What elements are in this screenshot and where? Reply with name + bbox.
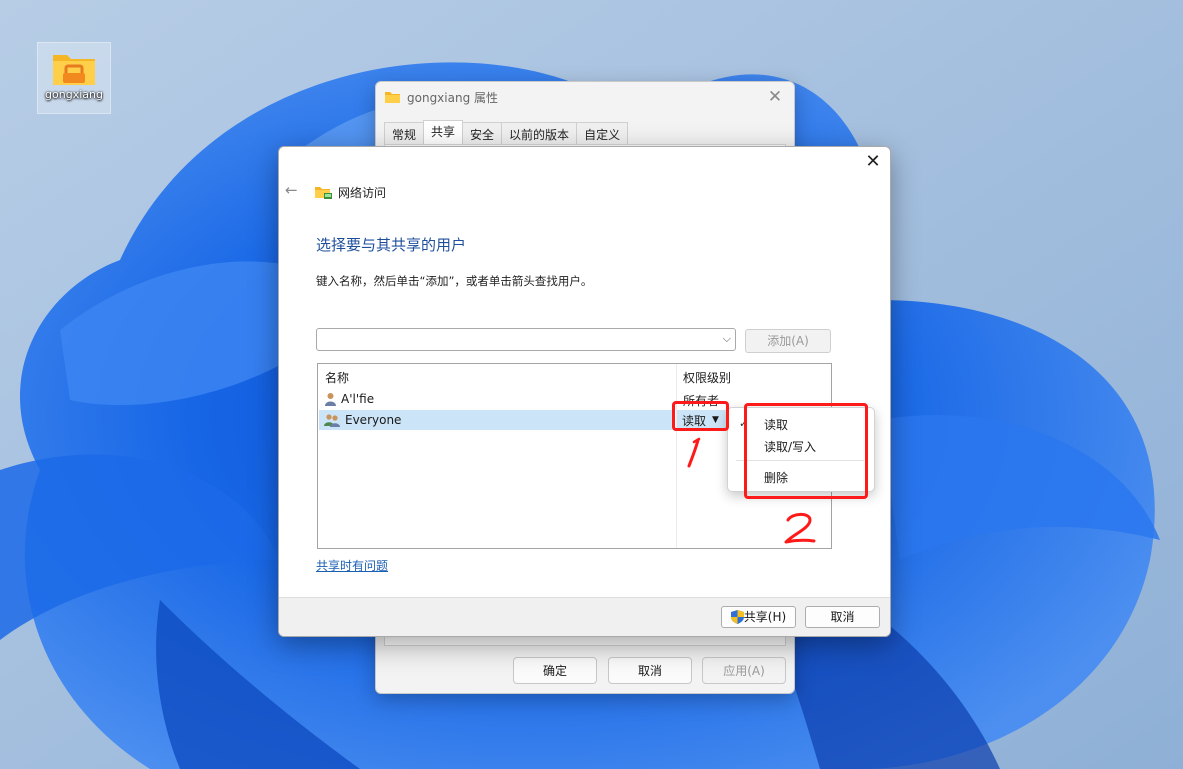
share-button[interactable]: 共享(H) (721, 606, 796, 628)
page-title: 选择要与其共享的用户 (316, 236, 467, 254)
chevron-down-icon[interactable]: ⌵ (723, 332, 731, 346)
list-item-user-alfie[interactable]: A'l'fie (319, 389, 675, 409)
annotation-box-2 (744, 403, 868, 499)
list-item-user-everyone[interactable]: Everyone (319, 410, 675, 430)
user-name: A'l'fie (341, 392, 375, 406)
tab-customize[interactable]: 自定义 (576, 122, 629, 146)
ok-button[interactable]: 确定 (513, 657, 597, 684)
user-icon (325, 393, 336, 406)
sharing-help-link[interactable]: 共享时有问题 (316, 557, 388, 574)
annotation-number-2: 2 (780, 510, 816, 544)
desktop-folder-label: gongxiang (45, 88, 103, 101)
apply-button[interactable]: 应用(A) (702, 657, 786, 684)
back-arrow-icon[interactable]: ← (285, 181, 298, 199)
column-separator (676, 364, 677, 548)
properties-titlebar: gongxiang 属性 (376, 82, 794, 112)
dialog-close-icon[interactable]: ✕ (862, 151, 884, 173)
folder-icon (385, 92, 400, 103)
share-button-label: 共享(H) (743, 610, 787, 624)
column-header-name[interactable]: 名称 (325, 369, 349, 386)
network-access-dialog: ✕ ← 网络访问 选择要与其共享的用户 键入名称，然后单击“添加”，或者单击箭头… (278, 146, 891, 637)
breadcrumb: 网络访问 (315, 184, 386, 201)
uac-shield-icon (730, 610, 744, 624)
annotation-label-2: 2 (780, 510, 781, 511)
tab-general[interactable]: 常规 (384, 122, 425, 146)
add-button[interactable]: 添加(A) (745, 329, 831, 353)
tab-previous-versions[interactable]: 以前的版本 (501, 122, 578, 146)
annotation-label-1: 1 (680, 436, 681, 437)
properties-tabs: 常规 共享 安全 以前的版本 自定义 (384, 120, 629, 146)
annotation-number-1: 1 (680, 436, 701, 468)
instruction-text: 键入名称，然后单击“添加”，或者单击箭头查找用户。 (316, 274, 593, 288)
user-name-combobox[interactable]: ⌵ (316, 328, 736, 351)
shared-folder-icon (53, 55, 95, 85)
user-name: Everyone (345, 413, 402, 427)
annotation-box-1 (672, 401, 729, 431)
properties-cancel-button[interactable]: 取消 (608, 657, 692, 684)
properties-title: gongxiang 属性 (407, 90, 499, 105)
column-header-permission[interactable]: 权限级别 (683, 369, 731, 386)
network-folder-icon (315, 186, 332, 199)
tab-sharing[interactable]: 共享 (423, 120, 464, 146)
breadcrumb-label: 网络访问 (338, 186, 387, 200)
desktop-folder-gongxiang[interactable]: gongxiang (37, 42, 111, 114)
tab-security[interactable]: 安全 (462, 122, 503, 146)
dialog-footer: 共享(H) 取消 (279, 597, 890, 636)
properties-close-icon[interactable]: ✕ (765, 87, 785, 107)
dialog-cancel-button[interactable]: 取消 (805, 606, 880, 628)
group-icon (324, 414, 340, 427)
